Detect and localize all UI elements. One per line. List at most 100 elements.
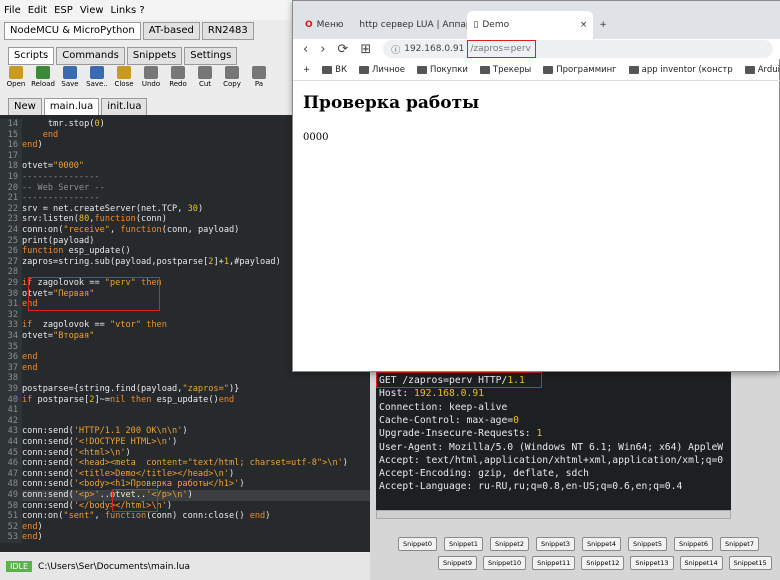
line-number: 43	[0, 426, 22, 437]
serial-value: 192.168.0.91	[414, 388, 484, 400]
menu-item-file[interactable]: File	[4, 5, 21, 16]
bookmark-программинг[interactable]: Программинг	[543, 65, 617, 75]
serial-line: Host: 192.168.0.91	[379, 387, 484, 400]
snippet-button[interactable]: Snippet0	[398, 537, 437, 551]
status-bar: IDLE C:\Users\Ser\Documents\main.lua	[0, 553, 370, 580]
code-text: conn:send('<!DOCTYPE HTML>\n')	[22, 437, 178, 447]
toolbar-undo-button[interactable]: Undo	[139, 66, 163, 94]
tab-label: http сервер LUA | Аппар	[359, 20, 468, 30]
snippet-button[interactable]: Snippet4	[582, 537, 621, 551]
bookmark-трекеры[interactable]: Трекеры	[479, 65, 531, 75]
code-text: zapros=string.sub(payload,postparse[2]+1…	[22, 256, 281, 267]
code-text: conn:on("receive", function(conn, payloa…	[22, 225, 240, 235]
browser-tab-demo[interactable]: ▯ Demo ×	[467, 11, 594, 39]
code-text: otvet="0000"	[22, 161, 85, 172]
bookmark-arduino[interactable]: Arduino	[744, 65, 780, 75]
code-text: end)	[22, 521, 43, 532]
snippet-button[interactable]: Snippet10	[483, 556, 527, 570]
serial-output[interactable]: GET /zapros=perv HTTP/1.1 Host: 192.168.0…	[376, 372, 731, 510]
line-number: 53	[0, 532, 22, 543]
snippet-button[interactable]: Snippet7	[720, 537, 759, 551]
bookmark-покупки[interactable]: Покупки	[416, 65, 468, 75]
snippet-button[interactable]: Snippet2	[490, 537, 529, 551]
code-text: conn:send('<body><h1>Проверка работы</h1…	[22, 479, 245, 490]
line-number: 42	[0, 415, 22, 427]
opera-icon: O	[305, 20, 313, 30]
highlight-box-if-block	[28, 277, 160, 311]
tab-commands[interactable]: Commands	[56, 47, 125, 65]
toolbar-pa-button[interactable]: Pa	[247, 66, 271, 94]
device-tab-nodemcu-micropython[interactable]: NodeMCU & MicroPython	[4, 22, 141, 40]
code-text: conn:send('HTTP/1.1 200 OK\n\n')	[22, 426, 188, 437]
code-text: postparse={string.find(payload,"zapros="…	[22, 384, 240, 394]
bookmark-app-inventor-констр[interactable]: app inventor (констр	[628, 65, 733, 75]
reload-icon	[36, 66, 50, 79]
snippet-button[interactable]: Snippet14	[679, 556, 723, 570]
toolbar-label: Undo	[141, 80, 161, 88]
bookmark-вк[interactable]: ВК	[322, 65, 347, 75]
snippet-button[interactable]: Snippet6	[674, 537, 713, 551]
folder-icon	[322, 65, 333, 74]
snippet-button[interactable]: Snippet5	[628, 537, 667, 551]
tab-label: Demo	[482, 20, 510, 30]
toolbar-close-button[interactable]: Close	[112, 66, 136, 94]
serial-text: Connection: keep-alive	[379, 401, 508, 413]
file-tab-new[interactable]: New	[8, 98, 42, 116]
browser-tab-menu[interactable]: O Меню	[299, 11, 349, 39]
new-tab-button[interactable]: +	[593, 11, 613, 39]
device-tab-at-based[interactable]: AT-based	[142, 22, 200, 40]
device-tabs: NodeMCU & MicroPython AT-based RN2483	[4, 22, 254, 40]
file-tab-init-lua[interactable]: init.lua	[101, 98, 148, 116]
toolbar-copy-button[interactable]: Copy	[220, 66, 244, 94]
toolbar-reload-button[interactable]: Reload	[31, 66, 55, 94]
line-number: 21	[0, 193, 22, 204]
tab-snippets[interactable]: Snippets	[126, 47, 183, 65]
file-tab-main-lua[interactable]: main.lua	[43, 98, 100, 116]
toolbar-cut-button[interactable]: Cut	[193, 66, 217, 94]
tab-scripts[interactable]: Scripts	[8, 47, 55, 65]
browser-tab-lua[interactable]: http сервер LUA | Аппар ×	[349, 11, 467, 39]
snippet-button[interactable]: Snippet12	[581, 556, 625, 570]
toolbar-label: Copy	[223, 80, 241, 88]
line-number: 17	[0, 150, 22, 162]
snippet-button[interactable]: Snippet11	[532, 556, 576, 570]
add-bookmark-icon[interactable]: +	[303, 65, 310, 75]
menu-item-view[interactable]: View	[80, 5, 104, 16]
folder-icon	[359, 65, 369, 74]
toolbar-save-button[interactable]: Save	[58, 66, 82, 94]
toolbar-save-button[interactable]: Save..	[85, 66, 109, 94]
serial-line: User-Agent: Mozilla/5.0 (Windows NT 6.1;…	[379, 441, 723, 454]
code-text: end	[22, 362, 38, 373]
menu-item-links[interactable]: Links ?	[111, 5, 145, 16]
line-number: 20	[0, 182, 22, 194]
tab-settings[interactable]: Settings	[184, 47, 238, 65]
snippet-button[interactable]: Snippet1	[444, 537, 483, 551]
tabs-grid-icon[interactable]: ⊞	[360, 42, 371, 57]
bookmark-личное[interactable]: Личное	[359, 65, 405, 75]
back-icon[interactable]: ‹	[303, 42, 308, 57]
snippet-button[interactable]: Snippet3	[536, 537, 575, 551]
snippet-button[interactable]: Snippet15	[728, 556, 772, 570]
menu-item-esp[interactable]: ESP	[54, 5, 73, 16]
close-icon[interactable]: ×	[580, 20, 588, 30]
serial-text: Accept: text/html,application/xhtml+xml,…	[379, 454, 724, 466]
code-line: 43 conn:send('HTTP/1.1 200 OK\n\n')	[0, 426, 370, 437]
nav-bar: ‹ › ⟳ ⊞ ⓘ 192.168.0.91 /zapros=perv	[293, 39, 780, 59]
forward-icon[interactable]: ›	[320, 42, 325, 57]
snippet-button[interactable]: Snippet9	[438, 556, 477, 570]
menu-item-edit[interactable]: Edit	[28, 5, 47, 16]
reload-icon[interactable]: ⟳	[337, 42, 348, 57]
toolbar-redo-button[interactable]: Redo	[166, 66, 190, 94]
toolbar-open-button[interactable]: Open	[4, 66, 28, 94]
code-text: conn:send('<title>Demo</title></head>\n'…	[22, 468, 235, 479]
folder-icon	[543, 65, 554, 74]
line-number: 26	[0, 246, 22, 257]
code-line: 45 conn:send('<html>\n')	[0, 447, 370, 459]
device-tab-rn2483[interactable]: RN2483	[201, 22, 254, 40]
horizontal-scrollbar[interactable]	[376, 510, 731, 519]
address-bar[interactable]: ⓘ 192.168.0.91 /zapros=perv	[383, 40, 773, 58]
line-number: 49	[0, 490, 22, 501]
line-number: 37	[0, 362, 22, 374]
snippet-button[interactable]: Snippet13	[630, 556, 674, 570]
tab-label: Меню	[316, 20, 344, 30]
